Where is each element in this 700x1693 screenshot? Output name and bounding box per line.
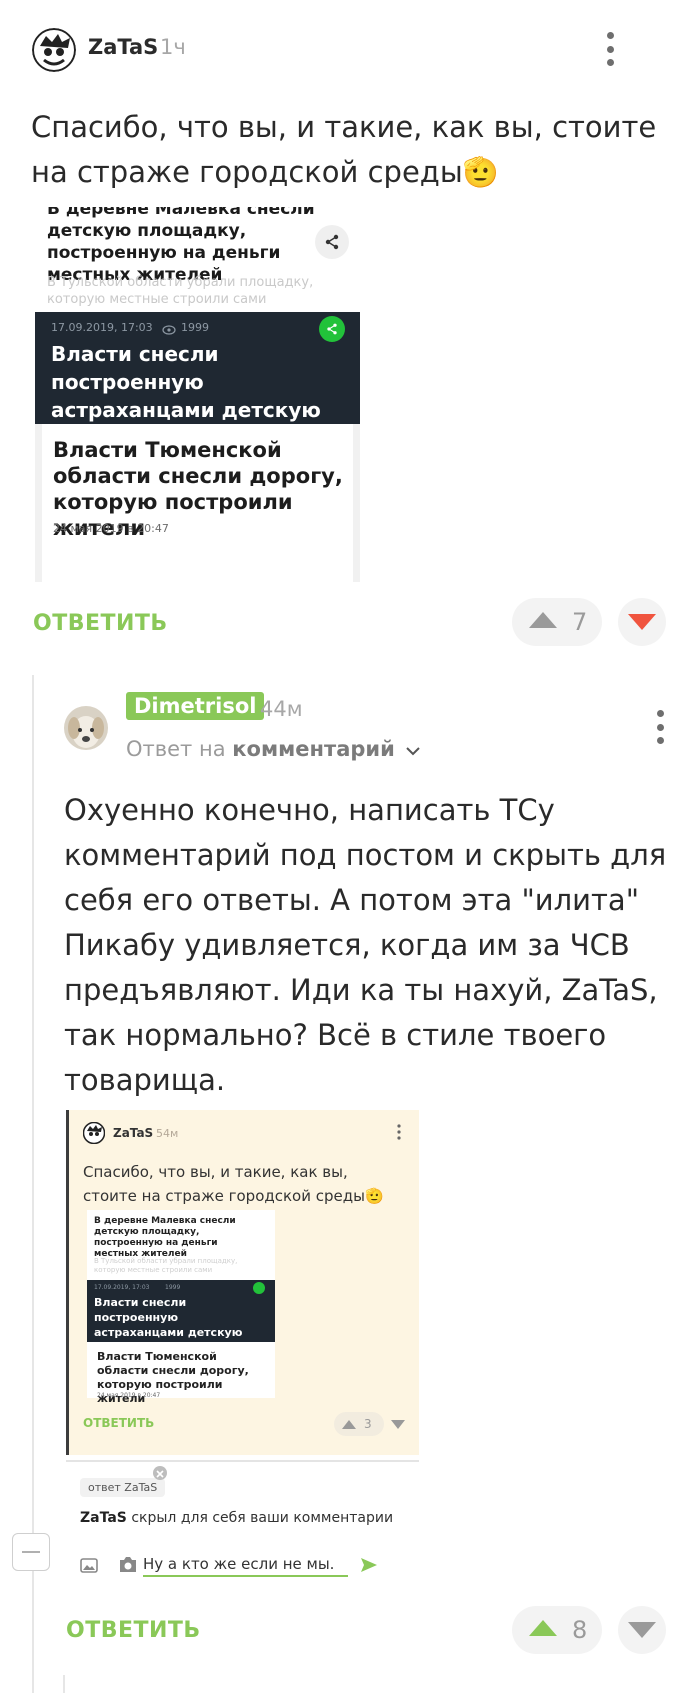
comment-line: предъявляют. Иди ка ты нахуй, ZaTaS,	[64, 973, 658, 1007]
avatar-image	[32, 28, 76, 72]
downvote-icon	[391, 1420, 405, 1429]
chevron-down-icon[interactable]	[405, 746, 420, 756]
news-title: Власти снесли построенную астраханцами д…	[94, 1296, 243, 1354]
downvote-icon	[628, 1622, 656, 1638]
send-icon	[360, 1557, 378, 1577]
news-card-light: Власти Тюменской области снесли дорогу, …	[35, 424, 360, 582]
comment-time: 54м	[156, 1127, 179, 1140]
image-icon	[80, 1558, 98, 1577]
reply-button: ОТВЕТИТЬ	[83, 1416, 155, 1430]
reply-button[interactable]: ОТВЕТИТЬ	[33, 611, 168, 636]
comment-image[interactable]: В деревне Малевка снесли детскую площадк…	[35, 207, 390, 582]
news-card-dark: 17.09.2019, 17:03 1999 Власти снесли пос…	[35, 312, 360, 450]
reply-input: Ну а кто же если не мы.	[143, 1555, 348, 1577]
share-icon	[253, 1282, 265, 1294]
vote-box: 7	[512, 598, 602, 646]
reply-to[interactable]: Ответ на комментарий	[126, 737, 420, 761]
avatar[interactable]	[32, 28, 76, 72]
comment-time: 1ч	[160, 35, 186, 59]
news-date: 17.09.2019, 17:03	[51, 321, 153, 334]
reply-button[interactable]: ОТВЕТИТЬ	[66, 1618, 201, 1643]
collapse-thread-button[interactable]	[12, 1533, 50, 1571]
comment-line: Охуенно конечно, написать ТСу	[64, 793, 555, 827]
news-subtitle: В Тульской области убрали площадку, кото…	[47, 275, 314, 307]
upvote-icon[interactable]	[528, 611, 558, 633]
comment-image[interactable]: ZaTaS 54м Спасибо, что вы, и такие, как …	[66, 1110, 419, 1455]
more-options-icon[interactable]	[598, 32, 622, 66]
reply-composer-preview: ответ ZaTaS ZaTaS скрыл для себя ваши ко…	[66, 1460, 419, 1605]
comment-text: Охуенно конечно, написать ТСу комментари…	[64, 788, 684, 1103]
news-title: В деревне Малевка снесли детскую площадк…	[94, 1216, 236, 1259]
hidden-user: ZaTaS	[80, 1510, 127, 1526]
vote-box: 3	[334, 1412, 384, 1436]
comment-text: Спасибо, что вы, и такие, как вы, стоите…	[31, 110, 657, 189]
share-icon	[315, 225, 349, 259]
news-date: 24 мая 2019 в 20:47	[53, 522, 169, 535]
news-views: 1999	[181, 321, 209, 334]
vote-box: 8	[512, 1606, 602, 1654]
camera-icon	[118, 1556, 138, 1577]
downvote-button[interactable]	[618, 1606, 666, 1654]
avatar	[82, 1121, 106, 1145]
vote-count: 3	[364, 1417, 372, 1431]
comment-line: Пикабу удивляется, когда им за ЧСВ	[64, 928, 630, 962]
news-views: 1999	[165, 1284, 181, 1291]
news-date: 24 мая 2019 в 20:47	[97, 1392, 161, 1399]
avatar-image	[64, 706, 108, 750]
upvote-icon	[342, 1419, 356, 1429]
reply-to-target[interactable]: комментарий	[232, 737, 395, 761]
upvote-icon[interactable]	[528, 1619, 558, 1641]
news-date: 17.09.2019, 17:03	[94, 1284, 150, 1291]
username: ZaTaS	[113, 1126, 154, 1140]
reply-to-prefix: Ответ на	[126, 737, 226, 761]
news-card: В деревне Малевка снесли детскую площадк…	[87, 1210, 275, 1405]
close-icon	[153, 1466, 167, 1480]
comment-line: себя его ответы. А потом эта "илита"	[64, 883, 640, 917]
username-badge[interactable]: Dimetrisol	[126, 692, 265, 720]
downvote-button[interactable]	[618, 598, 666, 646]
hidden-text: скрыл для себя ваши комментарии	[131, 1510, 394, 1526]
share-icon	[319, 316, 345, 342]
avatar[interactable]	[64, 706, 108, 750]
hidden-notice: ZaTaS скрыл для себя ваши комментарии	[80, 1510, 393, 1526]
more-options-icon[interactable]	[648, 710, 672, 744]
comment-line: комментарий под постом и скрыть для	[64, 838, 667, 872]
news-subtitle: В Тульской области убрали площадку, кото…	[94, 1257, 238, 1274]
vote-count: 8	[572, 1616, 588, 1644]
thread-line	[63, 1675, 65, 1693]
downvote-icon	[628, 614, 656, 630]
comment-text: Спасибо, что вы, и такие, как вы, стоите…	[83, 1163, 384, 1205]
comment-time: 44м	[260, 697, 303, 721]
vote-count: 7	[572, 608, 588, 636]
news-card-dark: 17.09.2019, 17:03 1999 Власти снесли пос…	[87, 1280, 275, 1354]
username[interactable]: ZaTaS	[88, 35, 158, 59]
views-icon	[162, 320, 176, 339]
comment-line: так нормально? Всё в стиле твоего	[64, 1018, 607, 1052]
more-options-icon	[397, 1124, 401, 1144]
comment-line: товарища.	[64, 1063, 226, 1097]
